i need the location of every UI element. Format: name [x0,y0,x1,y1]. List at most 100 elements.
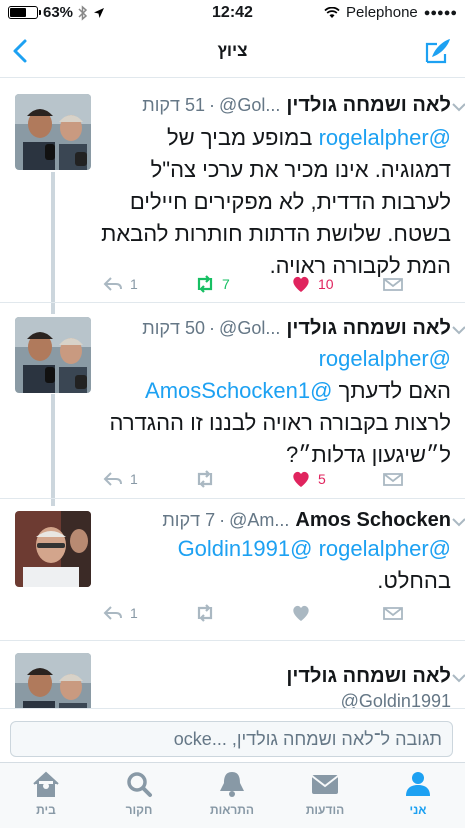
reply-count: 1 [130,605,138,621]
mention-link[interactable]: @rogelalpher [319,346,451,371]
chevron-down-icon[interactable] [451,671,465,685]
reply-count: 1 [130,276,138,292]
direct-message-button[interactable] [382,469,404,489]
wifi-icon [324,6,340,18]
tweet-body: ל״שיגעון גדלות״? [285,442,451,467]
author-name[interactable]: לאה ושמחה גולדין [286,94,451,117]
mention-link[interactable]: @rogelalpher [319,125,451,150]
tweet-time: 51 דקות [142,95,206,115]
search-icon [127,772,152,797]
reply-button[interactable]: 1 [102,603,138,623]
retweet-icon [197,275,213,293]
avatar-photo [15,511,91,587]
tab-label: אני [409,803,427,817]
retweet-icon [197,604,213,622]
tweet-header: לאה ושמחה גולדין [102,665,451,688]
home-icon [33,771,59,797]
separator-dot: · [209,95,216,115]
reply-icon [103,277,122,291]
tweet[interactable]: Amos Schocken @Am... · 7 דקות @rogelalph… [0,498,465,640]
tab-me[interactable]: אני [378,769,458,817]
tweet-body: לרצות בקבורה ראויה לבננו זו ההגדרה [109,410,451,435]
retweet-count: 7 [222,276,230,292]
reply-input[interactable]: תגובה ל־לאה ושמחה גולדין, ...ocke [10,721,453,757]
author-handle[interactable]: @Am... [229,510,289,531]
tweet-header: לאה ושמחה גולדין @Gol... · 50 דקות [102,317,451,340]
direct-message-button[interactable] [382,603,404,623]
mention-link[interactable]: @Goldin1991 [178,536,313,561]
reply-bar: תגובה ל־לאה ושמחה גולדין, ...ocke [0,708,465,762]
retweet-button[interactable] [194,603,216,623]
tab-notifications[interactable]: התראות [192,769,272,817]
tweet-body: האם לדעתך [338,378,451,403]
chevron-down-icon[interactable] [451,323,465,337]
tab-messages[interactable]: הודעות [285,769,365,817]
like-button[interactable]: 5 [290,469,326,489]
mention-link[interactable]: @AmosSchocken1 [145,378,332,403]
tab-home[interactable]: בית [6,769,86,817]
carrier: Pelephone [346,4,418,21]
tab-label: הודעות [305,803,345,817]
mention-link[interactable]: @rogelalpher [319,536,451,561]
heart-icon [293,276,309,292]
tweet-actions: 1 [100,603,425,629]
envelope-icon [311,775,339,794]
chevron-down-icon[interactable] [451,515,465,529]
reply-count: 1 [130,471,138,487]
tab-explore[interactable]: חקור [99,769,179,817]
compose-quill-icon[interactable] [423,36,453,66]
tweet[interactable]: לאה ושמחה גולדין @Goldin1991 [0,640,465,708]
tab-label: התראות [209,803,255,817]
author-handle[interactable]: @Gol... [219,95,280,116]
envelope-icon [383,278,403,291]
separator-dot: · [209,318,216,338]
status-bar: 63% 12:42 Pelephone ●●●●● [0,0,465,26]
reply-icon [103,472,122,486]
like-count: 10 [318,276,334,292]
heart-icon [293,605,309,621]
tweet[interactable]: לאה ושמחה גולדין @Gol... · 50 דקות @roge… [0,302,465,498]
avatar[interactable] [15,653,91,708]
envelope-icon [383,473,403,486]
tweet-text: @rogelalpher האם לדעתך @AmosSchocken1 לר… [98,343,451,471]
author-name[interactable]: Amos Schocken [295,509,451,532]
avatar[interactable] [15,94,91,170]
nav-bar: ציוץ [0,26,465,78]
envelope-icon [383,607,403,620]
page-title: ציוץ [217,41,248,60]
author-handle[interactable]: @Gol... [219,318,280,339]
author-name[interactable]: לאה ושמחה גולדין [286,317,451,340]
tweet-time: 50 דקות [142,318,206,338]
avatar-photo [15,653,91,708]
tweet[interactable]: לאה ושמחה גולדין @Gol... · 51 דקות @roge… [0,80,465,302]
reply-button[interactable]: 1 [102,274,138,294]
like-button[interactable] [290,603,312,623]
avatar-photo [15,317,91,393]
tab-bar: בית חקור התראות הודעות אני [0,762,465,828]
signal-strength-icon: ●●●●● [423,6,457,19]
reply-button[interactable]: 1 [102,469,138,489]
person-icon [406,772,430,796]
status-right: Pelephone ●●●●● [324,4,457,21]
like-button[interactable]: 10 [290,274,334,294]
avatar[interactable] [15,511,91,587]
avatar[interactable] [15,317,91,393]
chevron-down-icon[interactable] [451,100,465,114]
direct-message-button[interactable] [382,274,404,294]
tweet-header: Amos Schocken @Am... · 7 דקות [102,509,451,532]
tweet-text: @rogelalpher במופע מביך של דמגוגיה. אינו… [98,122,451,282]
heart-icon [293,471,309,487]
bell-icon [220,772,244,797]
avatar-photo [15,94,91,170]
tweet-actions: 1 5 [100,469,425,495]
tab-label: חקור [125,803,153,817]
tweet-actions: 1 7 10 [100,274,425,300]
tweet-header: לאה ושמחה גולדין @Gol... · 51 דקות [102,94,451,117]
author-name[interactable]: לאה ושמחה גולדין [286,665,451,688]
retweet-button[interactable]: 7 [194,274,230,294]
retweet-button[interactable] [194,469,222,489]
reply-icon [103,606,122,620]
tweet-time: 7 דקות [162,510,216,530]
author-handle[interactable]: @Goldin1991 [341,691,451,708]
tab-label: בית [36,803,56,817]
